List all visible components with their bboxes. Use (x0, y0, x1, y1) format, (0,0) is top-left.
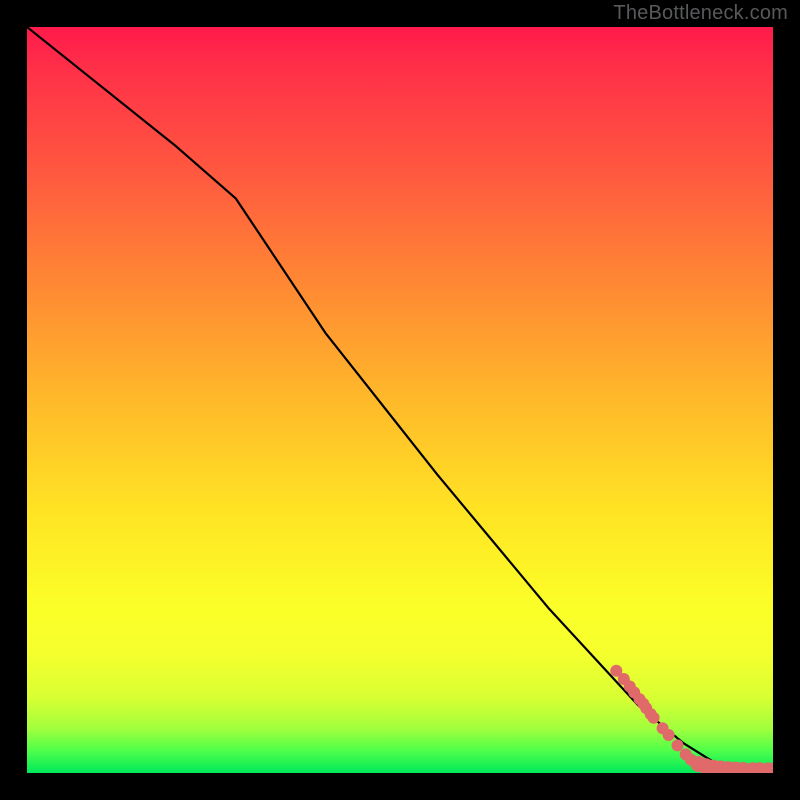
scatter-point (663, 729, 675, 741)
bottleneck-curve (27, 27, 773, 769)
plot-area (27, 27, 773, 773)
chart-frame: TheBottleneck.com (0, 0, 800, 800)
scatter-points (610, 665, 773, 773)
chart-overlay (27, 27, 773, 773)
scatter-point (648, 712, 660, 724)
scatter-point (672, 739, 684, 751)
watermark-text: TheBottleneck.com (613, 2, 788, 25)
